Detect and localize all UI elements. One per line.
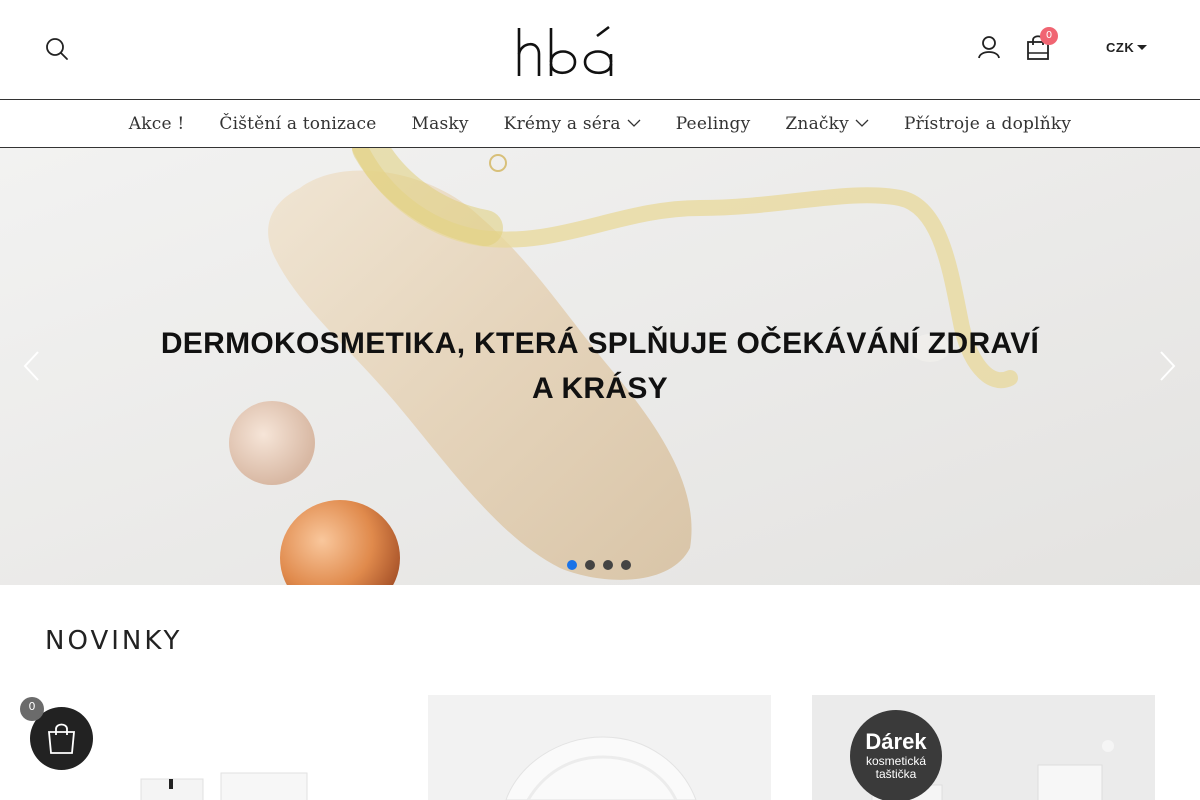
hero-slider: DERMOKOSMETIKA, KTERÁ SPLŇUJE OČEKÁVÁNÍ … [0,148,1200,585]
hero-title: DERMOKOSMETIKA, KTERÁ SPLŇUJE OČEKÁVÁNÍ … [160,327,1040,405]
nav-item-label: Značky [785,113,849,134]
nav-item-label: Peelingy [675,113,751,134]
gift-badge: Dárek kosmetická taštička [850,710,942,800]
gift-badge-title: Dárek [865,729,927,754]
logo[interactable] [515,24,617,80]
product-card[interactable] [45,695,388,800]
section-title: NOVINKY [45,626,183,656]
cart-count-badge: 0 [1040,27,1058,45]
nav-item-pristroje[interactable]: Přístroje a doplňky [886,114,1088,134]
chevron-down-icon [627,119,641,127]
nav-item-akce[interactable]: Akce ! [111,114,202,134]
nav-item-kremy[interactable]: Krémy a séra [486,114,658,134]
product-card[interactable] [428,695,771,800]
nav-item-label: Masky [411,113,469,134]
slider-dot[interactable] [603,560,613,570]
slider-dot[interactable] [621,560,631,570]
product-card[interactable]: Dárek kosmetická taštička [812,695,1155,800]
slider-dots [567,560,631,570]
nav-item-peelingy[interactable]: Peelingy [658,114,768,134]
search-icon[interactable] [44,36,70,62]
nav-item-label: Krémy a séra [503,113,621,134]
caret-down-icon [1137,45,1148,50]
nav-item-cisteni[interactable]: Čištění a tonizace [202,114,394,134]
currency-selector[interactable]: CZK [1106,40,1148,55]
nav-item-label: Akce ! [128,113,185,134]
shopping-bag-icon [48,723,75,754]
slider-dot[interactable] [567,560,577,570]
currency-label: CZK [1106,40,1135,55]
main-nav: Akce ! Čištění a tonizace Masky Krémy a … [0,100,1200,148]
product-image [45,695,388,800]
chevron-right-icon[interactable] [1158,349,1178,383]
nav-item-masky[interactable]: Masky [394,114,486,134]
slider-dot[interactable] [585,560,595,570]
nav-item-znacky[interactable]: Značky [768,114,887,134]
nav-item-label: Čištění a tonizace [219,113,377,134]
floating-cart-count: 0 [20,697,44,721]
product-image [428,695,771,800]
site-header: 0 CZK [0,0,1200,100]
nav-item-label: Přístroje a doplňky [903,113,1072,134]
chevron-down-icon [855,119,869,127]
chevron-left-icon[interactable] [21,349,41,383]
gift-badge-subtitle-2: taštička [875,767,917,781]
user-icon[interactable] [976,34,1002,60]
